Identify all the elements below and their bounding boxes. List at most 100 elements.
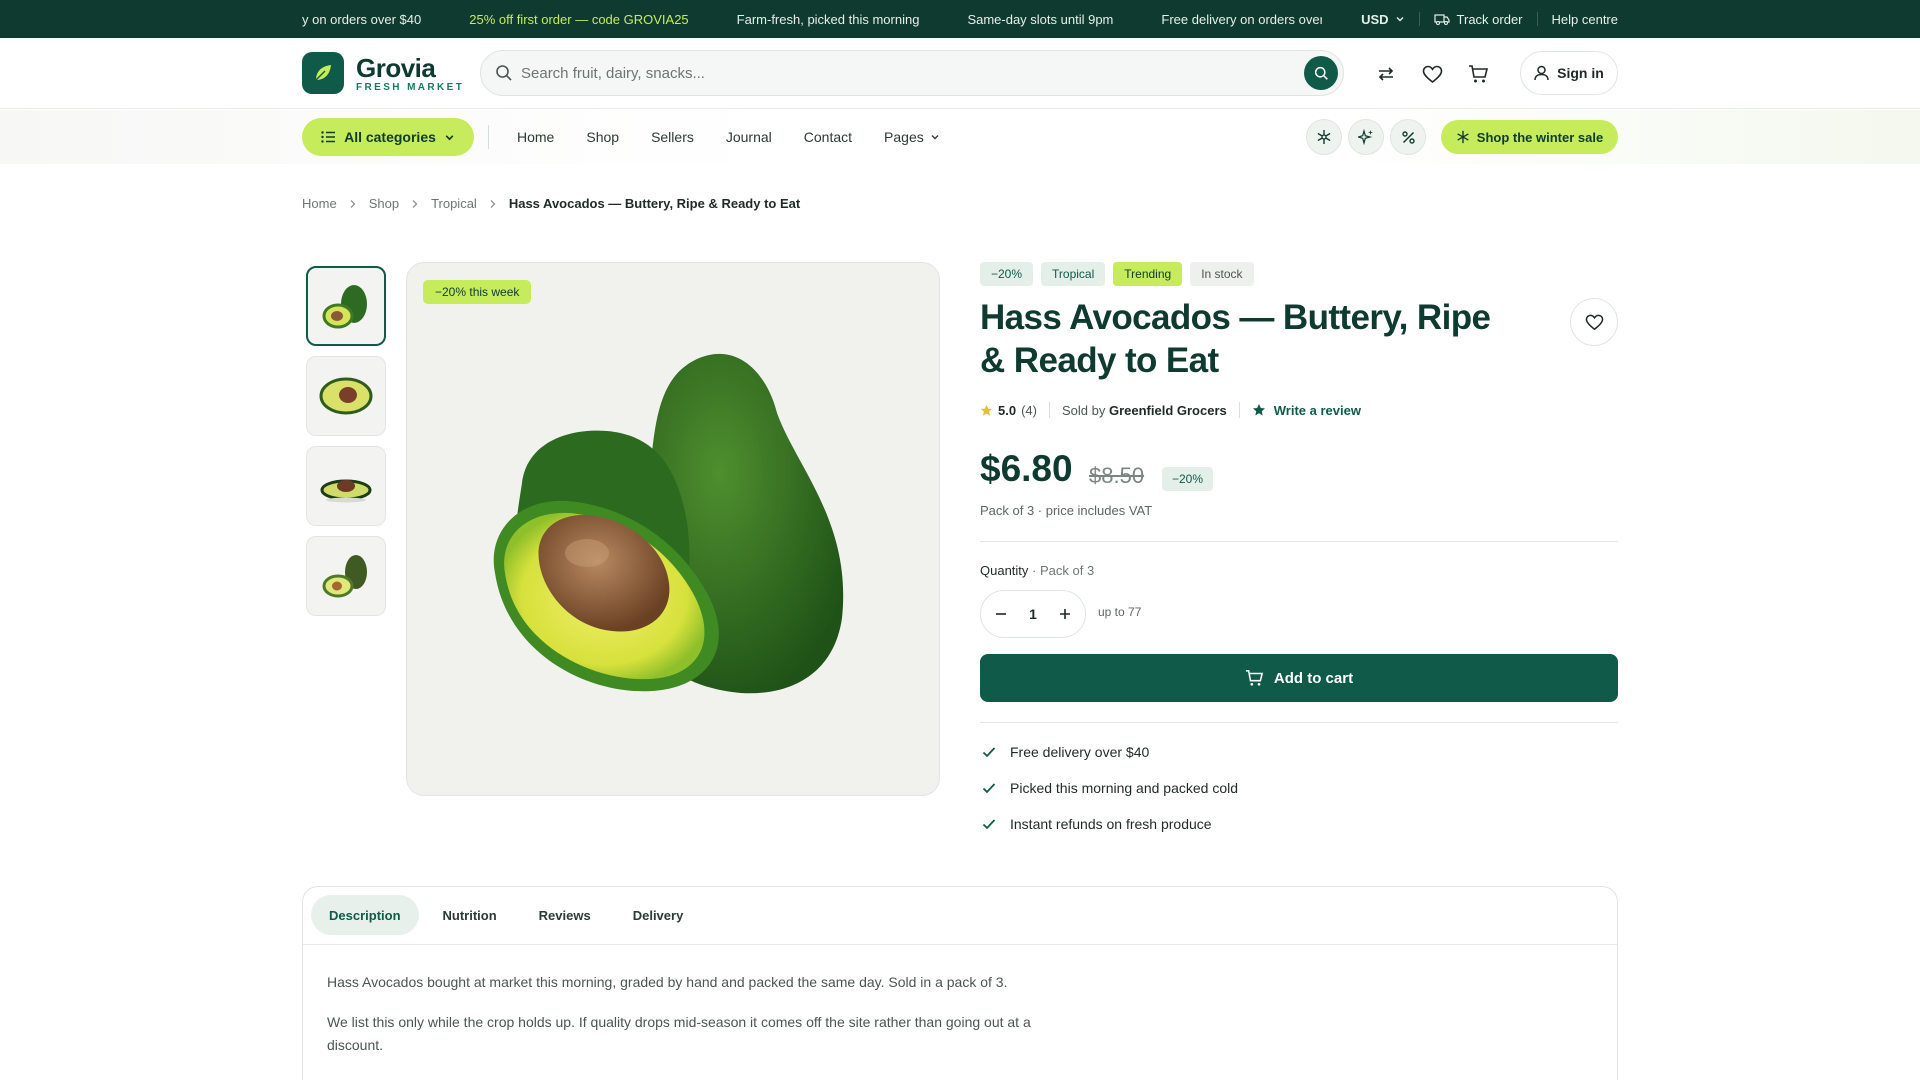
site-header: Grovia FRESH MARKET Sign in: [0, 38, 1920, 109]
search-input[interactable]: [521, 51, 1281, 95]
winter-sale-button[interactable]: Shop the winter sale: [1441, 120, 1618, 154]
nav-link-journal[interactable]: Journal: [726, 129, 772, 145]
sign-in-button[interactable]: Sign in: [1520, 51, 1618, 95]
cart-icon: [1245, 670, 1264, 686]
nav-link-contact[interactable]: Contact: [804, 129, 852, 145]
all-categories-button[interactable]: All categories: [302, 118, 474, 156]
quantity-pack-note: · Pack of 3: [1032, 563, 1095, 578]
new-arrivals-button[interactable]: [1348, 119, 1384, 155]
avocado-thumbnail-image: [322, 285, 367, 329]
breadcrumb-category[interactable]: Tropical: [431, 196, 477, 211]
all-categories-label: All categories: [344, 129, 436, 145]
currency-select[interactable]: USD: [1361, 12, 1404, 27]
deals-button[interactable]: [1390, 119, 1426, 155]
divider: [1238, 402, 1240, 418]
tab-delivery[interactable]: Delivery: [615, 895, 702, 935]
avocado-product-image: [493, 353, 844, 694]
snowflake-icon: [1457, 130, 1469, 144]
sparkles-icon: [1358, 129, 1373, 145]
gallery-thumbnail[interactable]: [306, 446, 386, 526]
cart-button[interactable]: [1464, 60, 1492, 88]
product-meta: 5.0 (4) Sold by Greenfield Grocers Write…: [980, 400, 1361, 420]
tab-nutrition[interactable]: Nutrition: [425, 895, 515, 935]
decrease-quantity-button[interactable]: [995, 608, 1007, 620]
compare-button[interactable]: [1372, 60, 1400, 88]
check-icon: [982, 747, 996, 758]
chevron-right-icon: [412, 199, 418, 208]
user-icon: [1534, 65, 1549, 81]
logo-leaf-icon[interactable]: [302, 52, 344, 94]
chevron-right-icon: [490, 199, 496, 208]
avocado-half-image: [319, 377, 373, 415]
sign-in-label: Sign in: [1557, 65, 1604, 81]
percent-icon: [1401, 130, 1415, 144]
perk-item: Instant refunds on fresh produce: [982, 816, 1212, 832]
snowflake-icon: [1317, 130, 1331, 144]
wishlist-button[interactable]: [1418, 60, 1446, 88]
quantity-stepper: 1: [980, 590, 1086, 638]
help-centre-link[interactable]: Help centre: [1552, 12, 1618, 27]
category-tag[interactable]: Tropical: [1041, 262, 1106, 286]
chevron-down-icon: [445, 134, 454, 140]
discount-badge: −20%: [1162, 467, 1214, 491]
perk-item: Picked this morning and packed cold: [982, 780, 1238, 796]
frozen-filter-button[interactable]: [1306, 119, 1342, 155]
product-details-panel: Description Nutrition Reviews Delivery H…: [302, 886, 1618, 1080]
brand-name[interactable]: Grovia: [356, 53, 436, 84]
nav-link-sellers[interactable]: Sellers: [651, 129, 694, 145]
seller-info: Sold by Greenfield Grocers: [1062, 403, 1227, 418]
quantity-label-text: Quantity: [980, 563, 1029, 578]
search-submit-button[interactable]: [1304, 56, 1338, 90]
increase-quantity-button[interactable]: [1059, 608, 1071, 620]
sold-by-label: Sold by: [1061, 402, 1106, 418]
write-review-link[interactable]: Write a review: [1252, 403, 1361, 418]
gallery-thumbnail[interactable]: [306, 266, 386, 346]
product-tags: −20% Tropical Trending In stock: [980, 262, 1254, 286]
heart-icon: [1422, 65, 1442, 83]
breadcrumb-home[interactable]: Home: [302, 196, 337, 211]
trending-tag: Trending: [1113, 262, 1183, 286]
nav-link-pages-label: Pages: [884, 129, 924, 145]
add-to-cart-button[interactable]: Add to cart: [980, 654, 1618, 702]
truck-icon: [1433, 14, 1450, 26]
stock-status-tag: In stock: [1190, 262, 1254, 286]
seller-link[interactable]: Greenfield Grocers: [1109, 403, 1227, 418]
nav-link-shop[interactable]: Shop: [586, 129, 619, 145]
plus-icon: [1059, 609, 1070, 619]
description-paragraph: We list this only while the crop holds u…: [327, 1014, 1031, 1053]
divider: [1418, 12, 1420, 26]
check-icon: [982, 819, 996, 830]
minus-icon: [996, 613, 1006, 615]
tab-description[interactable]: Description: [311, 895, 419, 935]
gallery-thumbnail[interactable]: [306, 536, 386, 616]
breadcrumb-current: Hass Avocados — Buttery, Ripe & Ready to…: [508, 196, 801, 211]
tab-reviews[interactable]: Reviews: [521, 895, 609, 935]
product-main-image[interactable]: −20% this week: [406, 262, 940, 796]
track-order-link[interactable]: Track order: [1433, 11, 1523, 27]
add-to-wishlist-button[interactable]: [1570, 298, 1618, 346]
search-icon: [1314, 66, 1328, 80]
quantity-value[interactable]: 1: [1029, 606, 1037, 622]
stock-limit: up to 77: [1098, 605, 1142, 619]
rating[interactable]: 5.0 (4): [980, 403, 1037, 418]
topbar-utilities: USD Track order Help centre: [1347, 0, 1618, 38]
breadcrumb-shop[interactable]: Shop: [369, 196, 399, 211]
divider: [980, 541, 1618, 542]
perk-item: Free delivery over $40: [982, 744, 1149, 760]
product-tabs: Description Nutrition Reviews Delivery: [311, 895, 701, 935]
track-order-label: Track order: [1456, 11, 1523, 27]
brand-tagline: FRESH MARKET: [356, 82, 465, 93]
chevron-down-icon: [931, 135, 939, 140]
breadcrumb: Home Shop Tropical Hass Avocados — Butte…: [302, 196, 800, 211]
gallery-thumbnail[interactable]: [306, 356, 386, 436]
search-bar: [480, 50, 1344, 96]
nav-link-home[interactable]: Home: [517, 129, 554, 145]
nav-link-pages[interactable]: Pages: [884, 129, 940, 145]
add-to-cart-label: Add to cart: [1273, 669, 1354, 687]
main-nav: All categories Home Shop Sellers Journal…: [0, 110, 1920, 164]
compare-arrows-icon: [1378, 67, 1394, 81]
perk-label: Instant refunds on fresh produce: [1010, 816, 1212, 832]
search-icon: [496, 65, 512, 81]
chevron-down-icon: [1396, 17, 1404, 22]
review-count: (4): [1021, 402, 1037, 418]
